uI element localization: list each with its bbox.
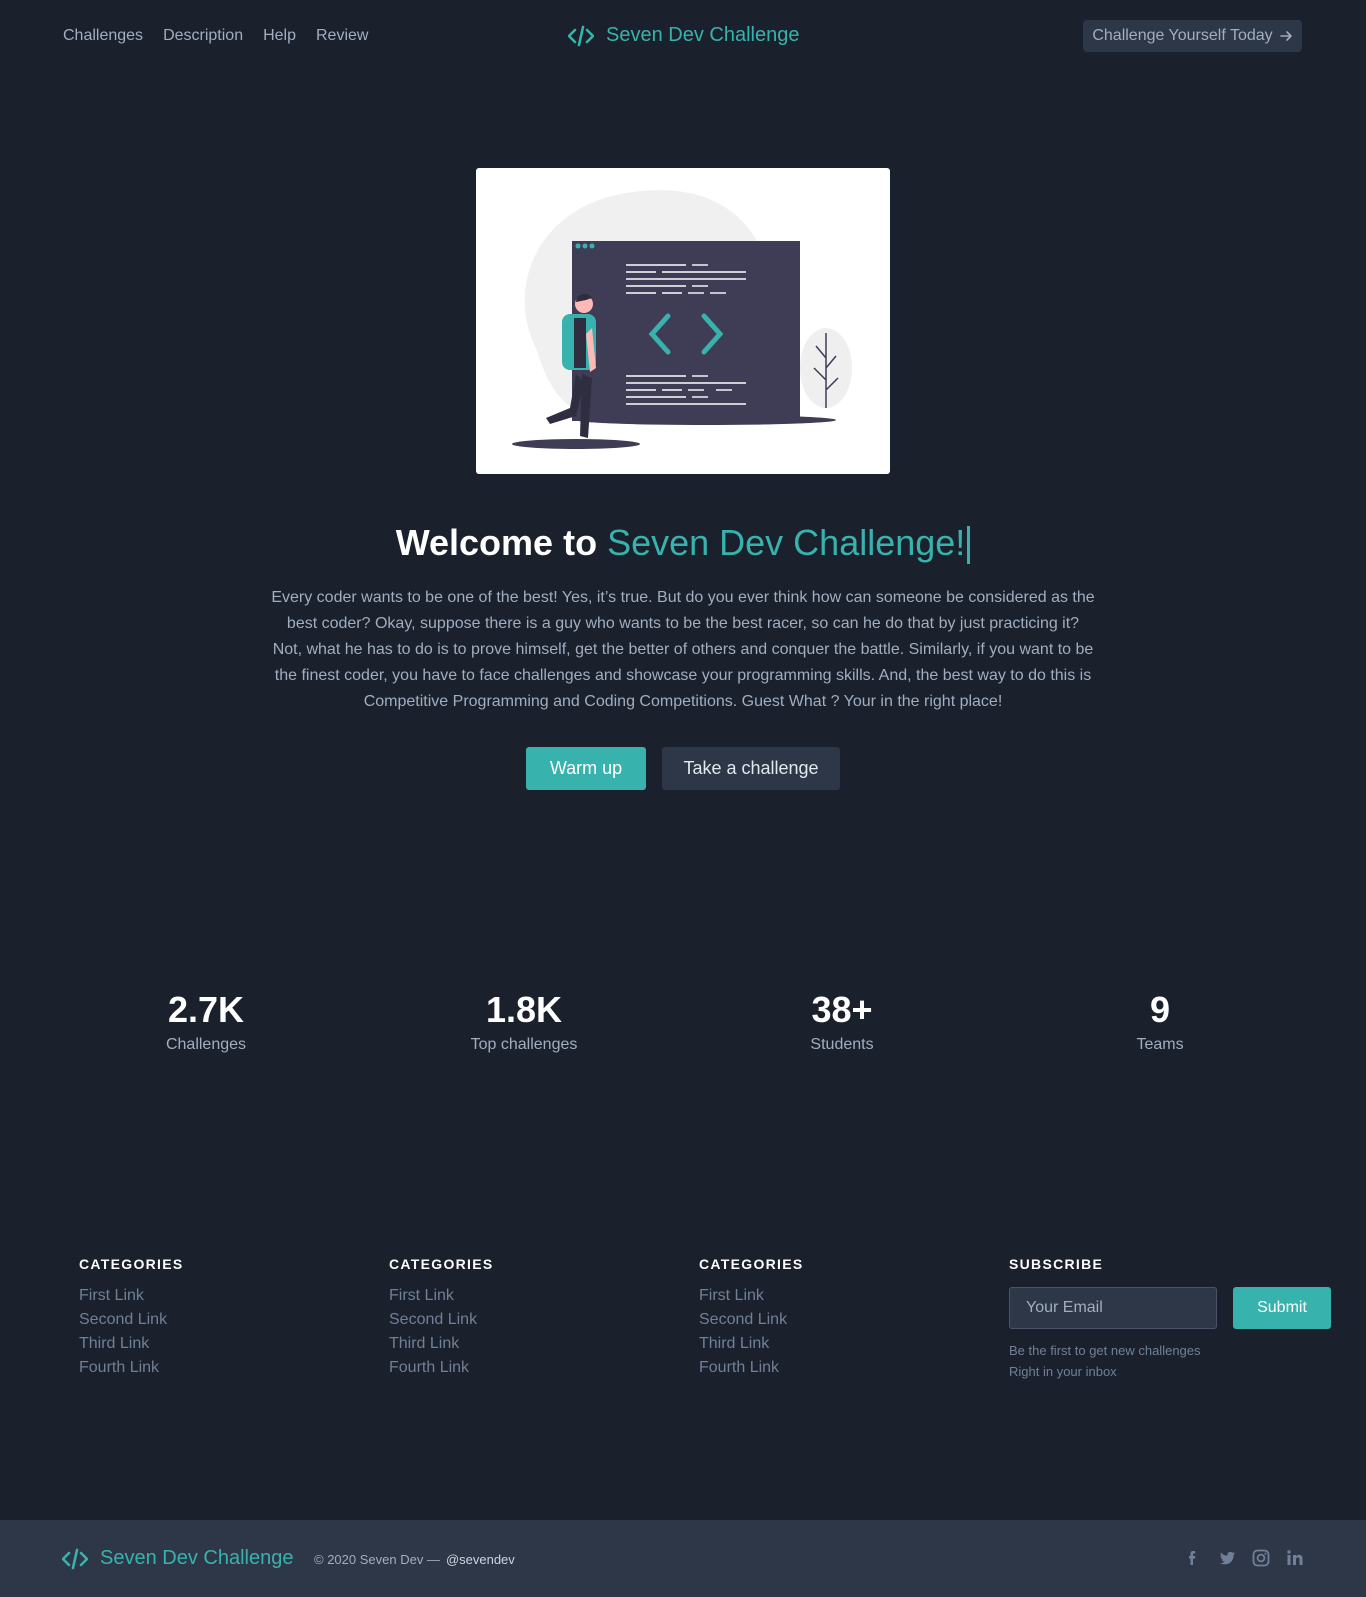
footer-link-third[interactable]: Third Link <box>79 1335 149 1352</box>
footer-column-2: CATEGORIES First Link Second Link Third … <box>389 1256 494 1380</box>
twitter-icon <box>1217 1548 1237 1568</box>
footer-column-title: CATEGORIES <box>699 1256 804 1272</box>
stat-value: 2.7K <box>167 989 245 1030</box>
stat-challenges: 2.7K Challenges <box>86 988 326 1054</box>
stat-label: Challenges <box>165 1036 247 1053</box>
footer-link-first[interactable]: First Link <box>389 1287 454 1304</box>
footer-link-third[interactable]: Third Link <box>699 1335 769 1352</box>
subscribe-title: SUBSCRIBE <box>1009 1256 1104 1272</box>
stat-label: Top challenges <box>470 1036 578 1053</box>
stat-value: 9 <box>1149 989 1171 1030</box>
footer-link-third[interactable]: Third Link <box>389 1335 459 1352</box>
main-nav: Challenges Description Help Review <box>63 26 368 46</box>
twitter-link[interactable] <box>1217 1548 1237 1568</box>
hero-description: Every coder wants to be one of the best!… <box>271 589 1095 710</box>
nav-link-description[interactable]: Description <box>163 26 243 46</box>
footer-link-fourth[interactable]: Fourth Link <box>699 1359 779 1376</box>
hero-title-prefix: Welcome to <box>395 522 598 563</box>
footer-link-first[interactable]: First Link <box>699 1287 764 1304</box>
footer-link-second[interactable]: Second Link <box>699 1311 787 1328</box>
stat-label: Students <box>810 1036 874 1053</box>
copyright: © 2020 Seven Dev — @sevendev <box>314 1552 515 1567</box>
subscribe-note: Be the first to get new challenges Right… <box>1009 1340 1201 1382</box>
facebook-icon <box>1183 1548 1203 1568</box>
stat-value: 38+ <box>811 989 873 1030</box>
hero-title-accent: Seven Dev Challenge! <box>607 522 966 563</box>
footer-brand-link[interactable]: Seven Dev Challenge <box>62 1547 293 1570</box>
footer-link-second[interactable]: Second Link <box>79 1311 167 1328</box>
footer-link-first[interactable]: First Link <box>79 1287 144 1304</box>
facebook-link[interactable] <box>1183 1548 1203 1568</box>
subscribe-note-line-2: Right in your inbox <box>1009 1364 1117 1379</box>
footer-link-fourth[interactable]: Fourth Link <box>389 1359 469 1376</box>
stat-label: Teams <box>1136 1036 1184 1053</box>
footer-link-second[interactable]: Second Link <box>389 1311 477 1328</box>
code-icon <box>62 1548 88 1569</box>
stat-teams: 9 Teams <box>1040 988 1280 1054</box>
footer-column-1: CATEGORIES First Link Second Link Third … <box>79 1256 184 1380</box>
hero-heading: Welcome to Seven Dev Challenge! <box>0 522 1366 565</box>
copyright-text: © 2020 Seven Dev — <box>314 1552 440 1567</box>
footer-column-title: CATEGORIES <box>79 1256 184 1272</box>
linkedin-icon <box>1285 1548 1305 1568</box>
coder-illustration <box>512 190 852 449</box>
instagram-link[interactable] <box>1251 1548 1271 1568</box>
take-challenge-button[interactable]: Take a challenge <box>662 747 840 790</box>
typing-cursor <box>967 526 971 565</box>
arrow-right-icon <box>1279 31 1292 41</box>
twitter-handle-link[interactable]: @sevendev <box>446 1552 515 1567</box>
brand-logo-link[interactable]: Seven Dev Challenge <box>568 24 799 47</box>
footer-brand-name: Seven Dev Challenge <box>100 1547 294 1569</box>
stat-students: 38+ Students <box>722 988 962 1054</box>
cta-label: Challenge Yourself Today <box>1092 27 1273 44</box>
nav-link-help[interactable]: Help <box>263 26 296 46</box>
site-header: Challenges Description Help Review Seven… <box>0 0 1366 72</box>
instagram-icon <box>1251 1548 1271 1568</box>
subscribe-note-line-1: Be the first to get new challenges <box>1009 1343 1201 1358</box>
warm-up-button[interactable]: Warm up <box>526 747 646 790</box>
nav-link-review[interactable]: Review <box>316 26 368 46</box>
footer-column-3: CATEGORIES First Link Second Link Third … <box>699 1256 804 1380</box>
footer-column-title: CATEGORIES <box>389 1256 494 1272</box>
hero-actions: Warm up Take a challenge <box>0 747 1366 790</box>
subscribe-column: SUBSCRIBE <box>1009 1256 1103 1284</box>
social-links <box>1183 1548 1305 1568</box>
brand-name: Seven Dev Challenge <box>606 24 800 46</box>
challenge-yourself-button[interactable]: Challenge Yourself Today <box>1083 20 1302 52</box>
bottom-bar: Seven Dev Challenge © 2020 Seven Dev — @s… <box>0 1520 1366 1597</box>
code-icon <box>568 25 594 46</box>
footer-link-fourth[interactable]: Fourth Link <box>79 1359 159 1376</box>
linkedin-link[interactable] <box>1285 1548 1305 1568</box>
hero-illustration <box>476 168 890 474</box>
stat-top-challenges: 1.8K Top challenges <box>404 988 644 1054</box>
nav-link-challenges[interactable]: Challenges <box>63 26 143 46</box>
stat-value: 1.8K <box>485 989 563 1030</box>
email-field[interactable] <box>1009 1287 1217 1329</box>
submit-button[interactable]: Submit <box>1233 1287 1331 1329</box>
